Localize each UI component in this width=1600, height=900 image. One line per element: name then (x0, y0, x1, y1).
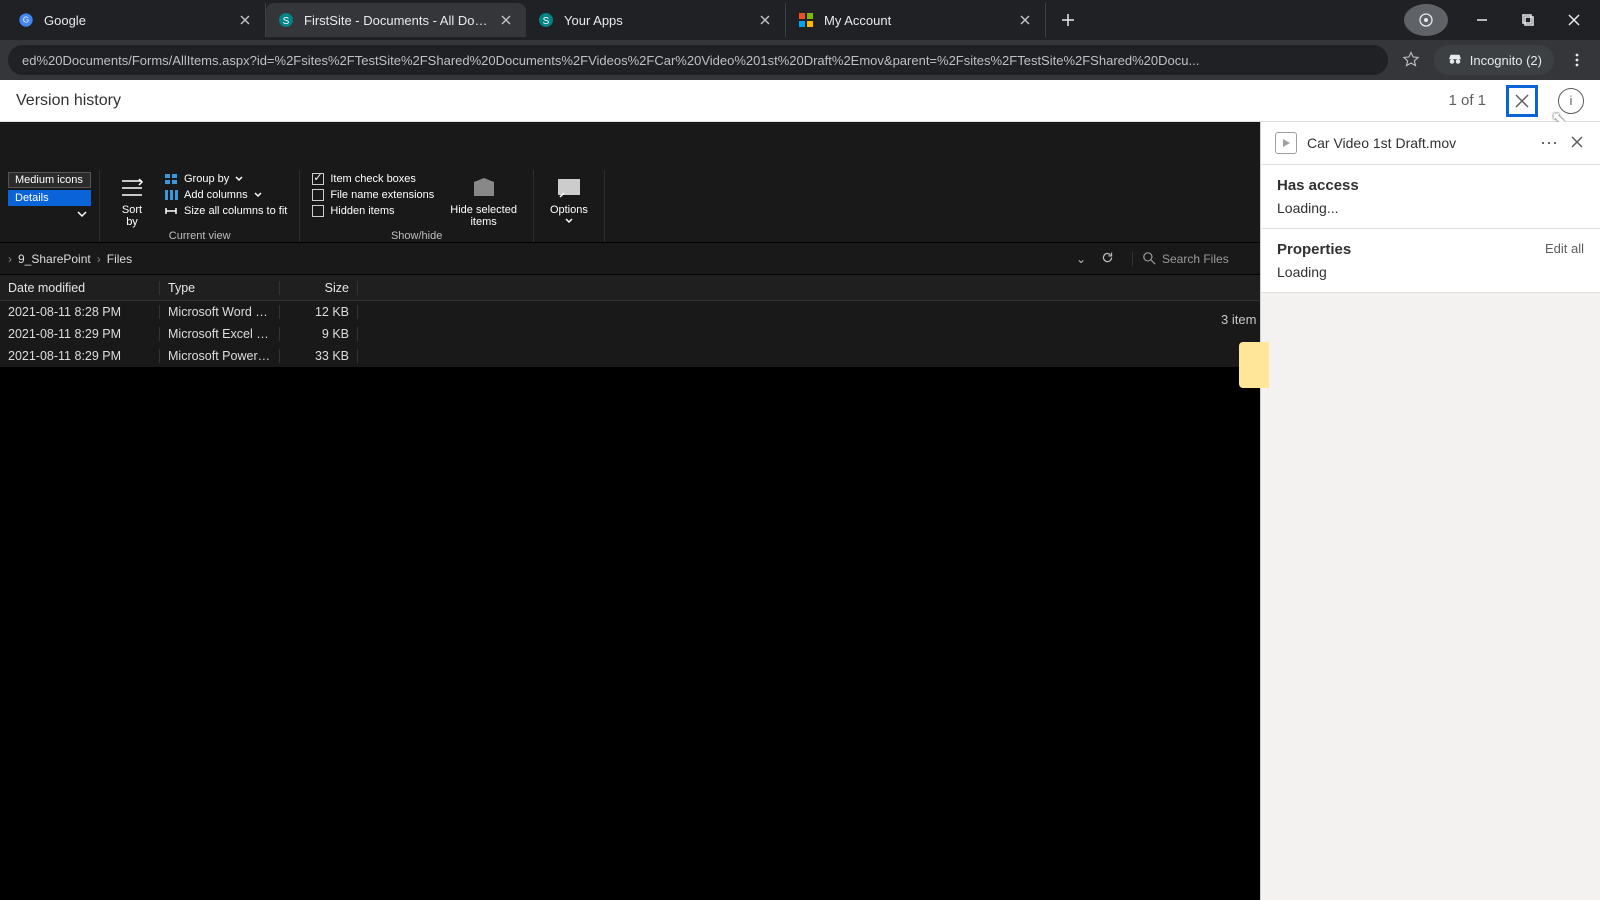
details-panel: 3 item Car Video 1st Draft.mov ⋯ Has acc… (1260, 122, 1600, 900)
browser-tab-google[interactable]: G Google (6, 3, 266, 37)
browser-tab-my-account[interactable]: My Account (786, 3, 1046, 37)
add-columns-button[interactable]: Add columns (160, 188, 291, 202)
tab-label: FirstSite - Documents - All Docu (304, 13, 488, 28)
details-filename: Car Video 1st Draft.mov (1307, 135, 1456, 151)
sharepoint-icon: S (278, 12, 294, 28)
col-type[interactable]: Type (160, 281, 280, 295)
explorer-address-bar: › 9_SharePoint › Files ⌄ Search Files (0, 243, 1260, 275)
col-date[interactable]: Date modified (0, 281, 160, 295)
tab-label: Google (44, 13, 227, 28)
table-header: Date modified Type Size (0, 275, 1260, 301)
tab-label: Your Apps (564, 13, 747, 28)
browser-tab-sharepoint-docs[interactable]: S FirstSite - Documents - All Docu (266, 3, 526, 37)
tab-label: My Account (824, 13, 1007, 28)
new-tab-button[interactable] (1054, 6, 1082, 34)
ribbon-group-label: Current view (108, 230, 291, 245)
close-icon[interactable] (1017, 12, 1033, 28)
properties-value: Loading (1277, 264, 1545, 280)
checkbox-icon (312, 189, 324, 201)
google-icon: G (18, 12, 34, 28)
file-extensions-toggle[interactable]: File name extensions (308, 188, 438, 202)
checkbox-icon (312, 205, 324, 217)
bookmark-star-icon[interactable] (1396, 45, 1426, 75)
incognito-icon (1446, 51, 1464, 69)
browser-tab-strip: G Google S FirstSite - Documents - All D… (0, 0, 1600, 40)
table-row[interactable]: 2021-08-11 8:29 PM Microsoft Excel W... … (0, 323, 1260, 345)
item-checkboxes-toggle[interactable]: Item check boxes (308, 172, 438, 186)
search-icon (1143, 252, 1156, 265)
hide-icon (468, 174, 500, 202)
has-access-value: Loading... (1277, 200, 1584, 216)
maximize-button[interactable] (1506, 4, 1550, 36)
profile-icon[interactable] (1404, 4, 1448, 36)
options-button[interactable]: Options (542, 172, 596, 226)
microsoft-icon (798, 12, 814, 28)
layout-more-dropdown[interactable] (8, 208, 91, 220)
breadcrumb-sharepoint[interactable]: 9_SharePoint (12, 252, 97, 266)
edit-all-link[interactable]: Edit all (1545, 241, 1584, 256)
svg-text:S: S (283, 16, 290, 27)
properties-section: Properties Loading Edit all (1261, 229, 1600, 293)
browser-toolbar: ed%20Documents/Forms/AllItems.aspx?id=%2… (0, 40, 1600, 80)
page-title: Version history (16, 92, 121, 110)
history-dropdown-icon[interactable]: ⌄ (1068, 252, 1094, 266)
sort-by-button[interactable]: Sort by (108, 172, 156, 230)
browser-tab-your-apps[interactable]: S Your Apps (526, 3, 786, 37)
incognito-label: Incognito (2) (1470, 53, 1542, 68)
sharepoint-icon: S (538, 12, 554, 28)
table-row[interactable]: 2021-08-11 8:28 PM Microsoft Word D... 1… (0, 301, 1260, 323)
version-counter: 1 of 1 (1448, 92, 1486, 109)
group-icon (164, 173, 178, 185)
layout-medium-icons[interactable]: Medium icons (8, 172, 91, 188)
group-by-button[interactable]: Group by (160, 172, 291, 186)
close-icon[interactable] (498, 12, 514, 28)
hidden-items-toggle[interactable]: Hidden items (308, 204, 438, 218)
more-actions-icon[interactable]: ⋯ (1540, 133, 1558, 154)
info-icon[interactable]: i (1558, 88, 1584, 114)
columns-icon (164, 189, 178, 201)
window-controls (1404, 0, 1600, 40)
properties-heading: Properties (1277, 241, 1545, 258)
svg-text:G: G (23, 16, 29, 25)
page-body: Medium icons Details Sort by (0, 122, 1600, 900)
close-version-history-button[interactable] (1506, 85, 1538, 117)
hide-selected-button[interactable]: Hide selected items (442, 172, 525, 230)
layout-details[interactable]: Details (8, 190, 91, 206)
has-access-section: Has access Loading... (1261, 165, 1600, 229)
browser-menu-icon[interactable] (1562, 45, 1592, 75)
incognito-indicator[interactable]: Incognito (2) (1434, 45, 1554, 75)
minimize-button[interactable] (1460, 4, 1504, 36)
ribbon-group-label: Show/hide (308, 230, 525, 245)
address-bar[interactable]: ed%20Documents/Forms/AllItems.aspx?id=%2… (8, 45, 1388, 75)
col-size[interactable]: Size (280, 281, 358, 295)
close-icon[interactable] (757, 12, 773, 28)
version-history-bar: Version history 1 of 1 i (0, 80, 1600, 122)
options-icon (553, 174, 585, 202)
folder-thumbnail (1239, 312, 1269, 402)
svg-text:S: S (543, 16, 550, 27)
has-access-heading: Has access (1277, 177, 1584, 194)
breadcrumb-files[interactable]: Files (101, 252, 138, 266)
close-details-icon[interactable] (1568, 135, 1586, 152)
table-row[interactable]: 2021-08-11 8:29 PM Microsoft PowerP... 3… (0, 345, 1260, 367)
size-columns-button[interactable]: Size all columns to fit (160, 204, 291, 218)
details-panel-header: Car Video 1st Draft.mov ⋯ (1261, 122, 1600, 165)
ribbon-tab-strip (0, 122, 1260, 170)
fit-icon (164, 205, 178, 217)
file-table: Date modified Type Size 2021-08-11 8:28 … (0, 275, 1260, 367)
explorer-ribbon: Medium icons Details Sort by (0, 170, 1260, 243)
close-icon[interactable] (237, 12, 253, 28)
explorer-search-input[interactable]: Search Files (1132, 252, 1252, 266)
explorer-window: Medium icons Details Sort by (0, 122, 1260, 900)
window-close-button[interactable] (1552, 4, 1596, 36)
refresh-icon[interactable] (1094, 251, 1120, 267)
video-file-icon (1275, 132, 1297, 154)
sort-icon (116, 174, 148, 202)
checkbox-icon (312, 173, 324, 185)
